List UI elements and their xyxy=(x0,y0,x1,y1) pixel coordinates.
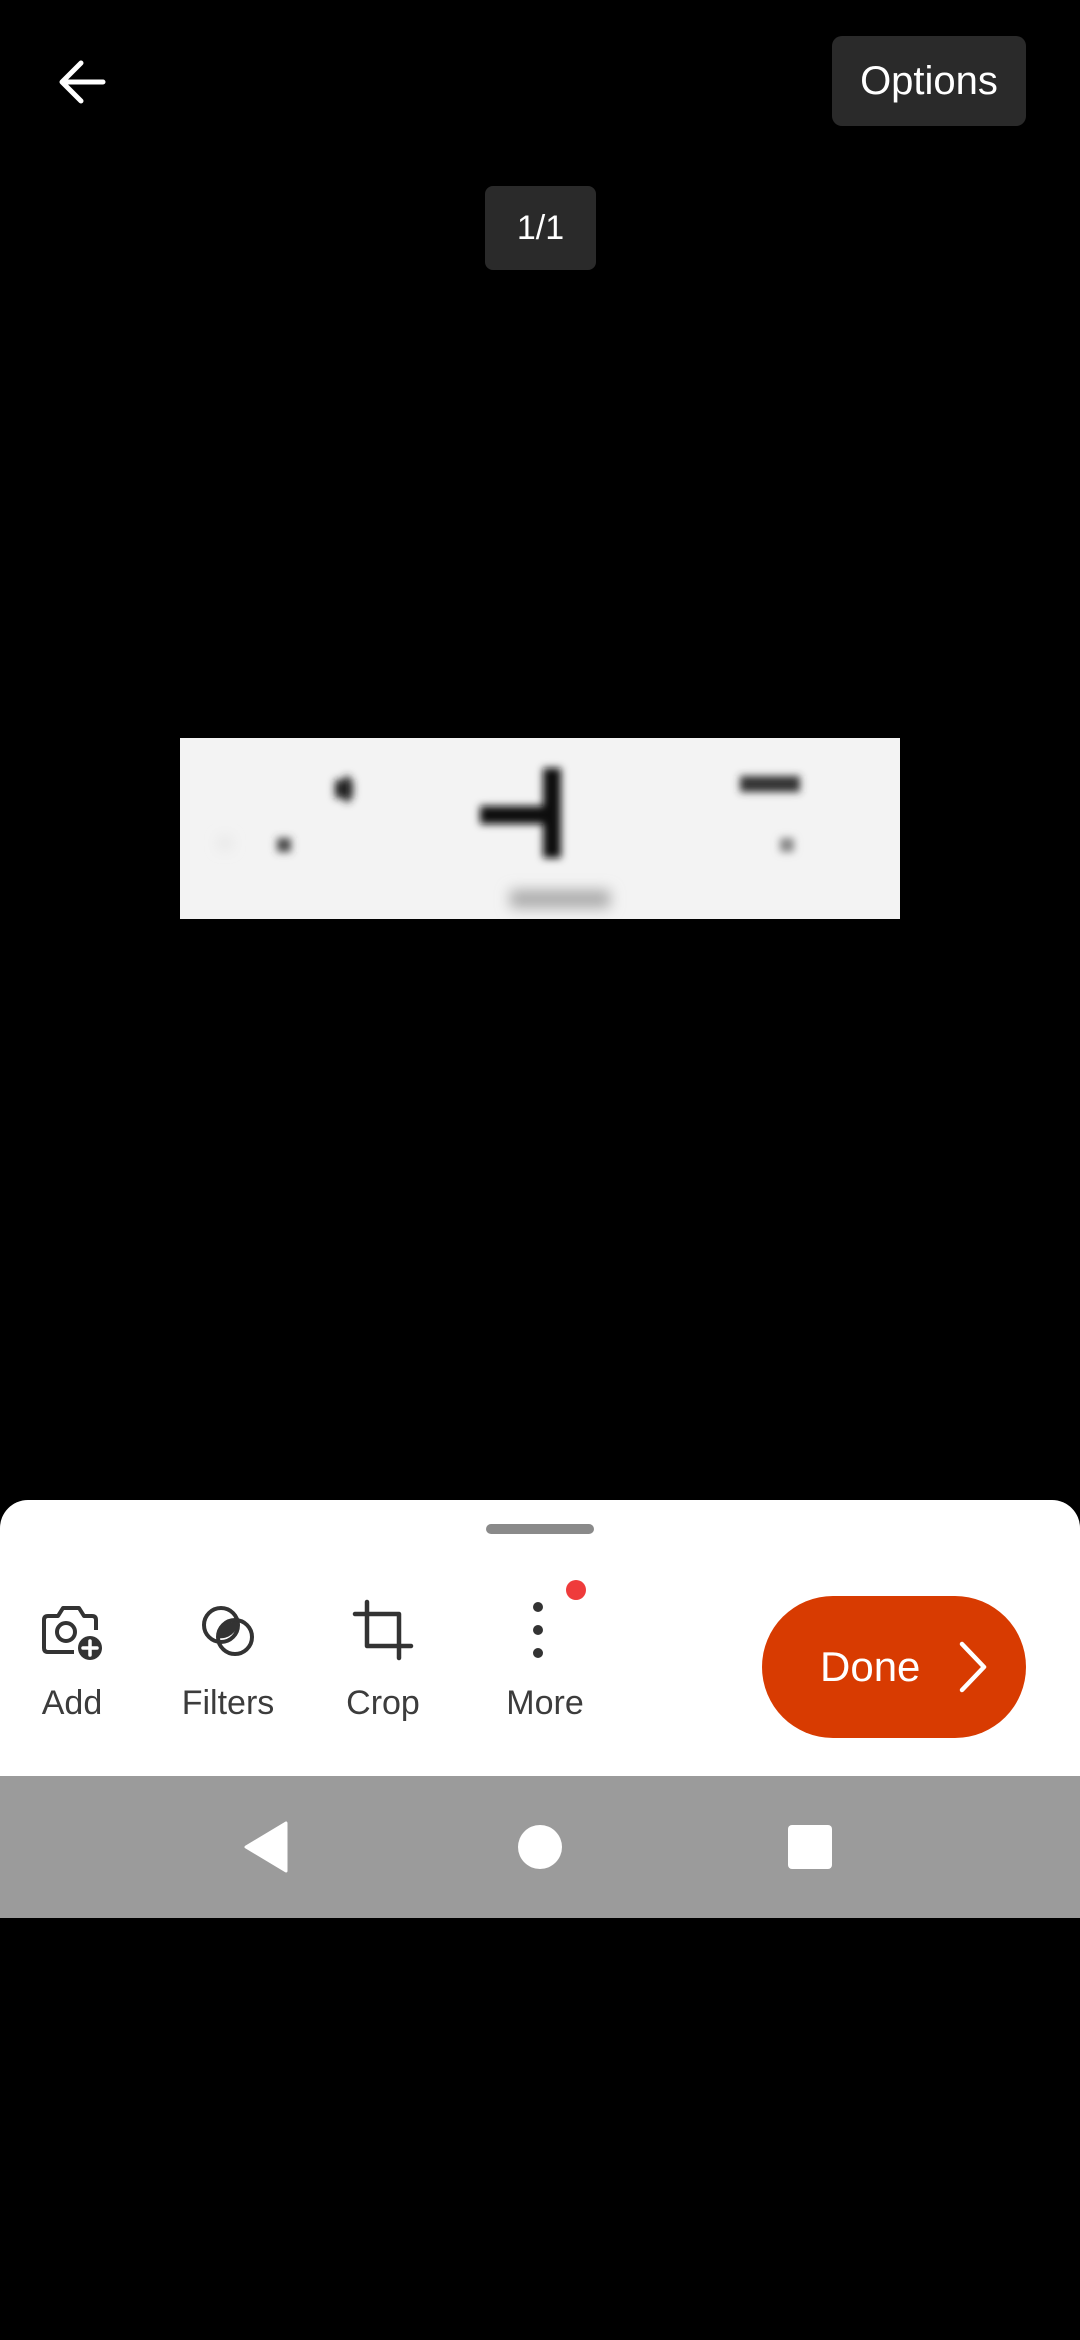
back-button[interactable] xyxy=(36,36,128,128)
options-button[interactable]: Options xyxy=(832,36,1026,126)
crop-label: Crop xyxy=(346,1684,420,1722)
crop-icon xyxy=(313,1586,453,1674)
more-button[interactable]: More xyxy=(475,1586,615,1756)
notification-dot xyxy=(566,1580,586,1600)
nav-recents-icon xyxy=(788,1825,832,1869)
add-label: Add xyxy=(41,1684,103,1722)
done-label: Done xyxy=(820,1643,921,1690)
document-preview[interactable] xyxy=(180,738,900,919)
arrow-left-icon xyxy=(59,60,106,104)
scanned-page-image xyxy=(180,738,900,919)
add-button[interactable]: Add xyxy=(2,1586,142,1756)
nav-back-icon xyxy=(244,1821,288,1873)
top-bar: Options xyxy=(0,0,1080,170)
page-counter: 1/1 xyxy=(485,186,596,270)
crop-button[interactable]: Crop xyxy=(313,1586,453,1756)
camera-add-icon xyxy=(2,1586,142,1674)
filters-icon xyxy=(158,1586,298,1674)
nav-home-button[interactable] xyxy=(500,1807,580,1887)
more-label: More xyxy=(506,1684,584,1722)
filters-label: Filters xyxy=(181,1684,275,1722)
system-navigation-bar xyxy=(0,1776,1080,1918)
filters-button[interactable]: Filters xyxy=(158,1586,298,1756)
drag-handle[interactable] xyxy=(486,1524,594,1534)
bottom-sheet: Add Filters Crop More Done xyxy=(0,1500,1080,1776)
nav-back-button[interactable] xyxy=(228,1807,308,1887)
nav-home-icon xyxy=(518,1825,562,1869)
chevron-right-icon xyxy=(959,1641,987,1693)
nav-recents-button[interactable] xyxy=(770,1807,850,1887)
done-button[interactable]: Done xyxy=(762,1596,1026,1738)
more-vertical-icon xyxy=(475,1586,615,1674)
